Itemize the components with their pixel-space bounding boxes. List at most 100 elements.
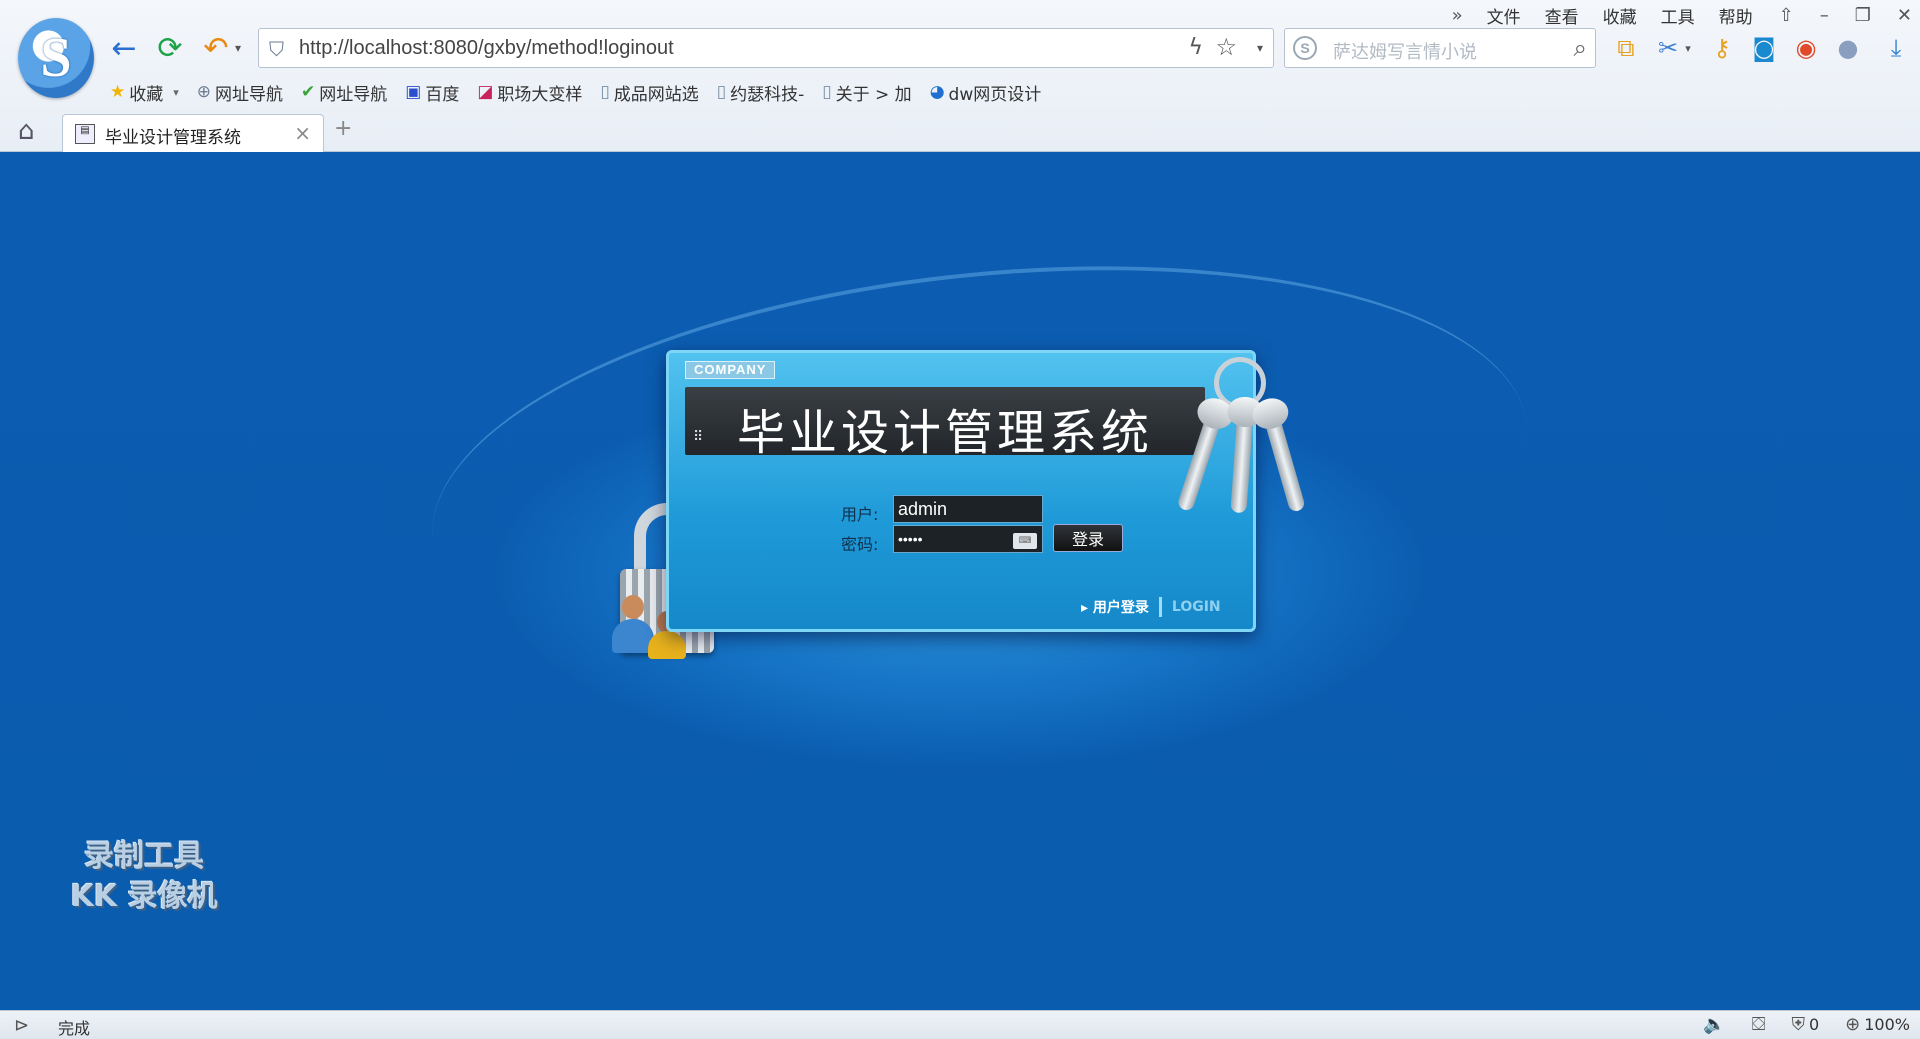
recorder-watermark: 录制工具 KK 录像机	[44, 837, 244, 917]
chevron-down-icon: ▾	[173, 85, 179, 99]
double-chevron-icon[interactable]: »	[1452, 5, 1463, 26]
page-icon: ▯	[822, 82, 832, 102]
menu-favorites[interactable]: 收藏	[1603, 3, 1637, 28]
grip-icon: ⠿	[693, 429, 704, 445]
tab-label: 毕业设计管理系统	[105, 128, 241, 148]
bookmark-star-icon[interactable]: ☆	[1215, 33, 1237, 61]
search-icon[interactable]: ⌕	[1574, 34, 1587, 62]
login-footer: ▸ 用户登录 LOGIN	[1081, 597, 1221, 617]
tab-graduation-system[interactable]: ▤ 毕业设计管理系统 ×	[62, 114, 324, 152]
divider	[1158, 597, 1162, 617]
bookmark-label: 约瑟科技-	[730, 84, 805, 105]
bookmark-baidu[interactable]: ▣ 百度	[405, 80, 459, 105]
browser-logo-letter: S	[40, 27, 72, 89]
watermark-line: KK 录像机	[70, 879, 218, 914]
search-engine-icon[interactable]: S	[1293, 36, 1317, 60]
watermark-line: 录制工具	[84, 839, 204, 874]
close-icon[interactable]: ×	[294, 121, 311, 145]
site-icon: ◪	[477, 82, 494, 102]
sidebar-toggle-icon[interactable]: ⊳	[14, 1015, 29, 1036]
search-input[interactable]: 萨达姆写言情小说	[1333, 38, 1477, 64]
refresh-button[interactable]: ⟳	[150, 28, 190, 68]
menu-help[interactable]: 帮助	[1719, 3, 1753, 28]
close-icon[interactable]: ✕	[1897, 5, 1912, 26]
bookmark-templates[interactable]: ▯ 成品网站选	[600, 80, 698, 105]
zoom-icon[interactable]: ⊕	[1845, 1014, 1860, 1035]
new-tab-button[interactable]: +	[334, 116, 352, 141]
login-link[interactable]: LOGIN	[1172, 599, 1221, 615]
bookmark-about[interactable]: ▯ 关于 > 加	[822, 80, 911, 105]
globe-icon: ⊕	[196, 82, 212, 102]
login-button[interactable]: 登录	[1053, 524, 1123, 552]
status-bar: ⊳ 完成 🔈 ⛋ ⛨ 0 ⊕ 100%	[0, 1010, 1920, 1039]
key-icon[interactable]: ⚷	[1706, 32, 1738, 64]
lightning-icon[interactable]: ϟ	[1188, 35, 1203, 60]
system-title: 毕业设计管理系统	[737, 405, 1154, 461]
address-bar[interactable]: ⛉ http://localhost:8080/gxby/method!logi…	[258, 28, 1274, 68]
zoom-level[interactable]: 100%	[1864, 1015, 1910, 1034]
security-shield-icon[interactable]: ⛨	[1791, 1014, 1805, 1035]
bookmark-nav-1[interactable]: ⊕ 网址导航	[197, 80, 283, 105]
security-count: 0	[1808, 1015, 1820, 1034]
bookmark-label: 职场大变样	[497, 84, 583, 105]
minimize-icon[interactable]: –	[1820, 5, 1829, 26]
company-badge: COMPANY	[685, 361, 776, 379]
username-input[interactable]	[893, 495, 1043, 523]
chevron-down-icon: ▾	[234, 41, 242, 55]
chevron-down-icon[interactable]: ▾	[1680, 32, 1696, 64]
bookmark-dw[interactable]: ◕ dw网页设计	[930, 80, 1042, 105]
status-text: 完成	[58, 1019, 91, 1038]
page-viewport: COMPANY 毕业设计管理系统 ⠿ 用户: 密码: ⌨ 登录 ▸ 用户登录 L…	[0, 153, 1920, 1010]
undo-dropdown[interactable]: ▾	[228, 28, 248, 68]
browser-chrome: S ← ⟳ ↶ ▾ ⛉ http://localhost:8080/gxby/m…	[0, 0, 1920, 152]
speaker-icon[interactable]: 🔈	[1703, 1014, 1725, 1035]
menu-view[interactable]: 查看	[1545, 3, 1579, 28]
key	[1249, 394, 1307, 513]
restore-icon[interactable]: ❐	[1855, 5, 1871, 26]
bookmark-nav-2[interactable]: ✔ 网址导航	[301, 80, 387, 105]
address-input[interactable]: http://localhost:8080/gxby/method!logino…	[299, 37, 674, 60]
bookmark-label: 成品网站选	[613, 84, 699, 105]
skin-icon[interactable]: ⇧	[1779, 5, 1794, 26]
bookmark-label: dw网页设计	[948, 84, 1042, 105]
keyboard-icon[interactable]: ⌨	[1013, 533, 1037, 549]
arrow-left-icon: ←	[111, 30, 137, 66]
account-icon[interactable]: ●	[1832, 32, 1864, 64]
bookmark-label: 关于 > 加	[835, 84, 912, 105]
baidu-paw-icon: ▣	[405, 82, 422, 102]
title-bar: 毕业设计管理系统 ⠿	[685, 387, 1205, 461]
bookmark-career[interactable]: ◪ 职场大变样	[477, 80, 582, 105]
user-login-link[interactable]: ▸ 用户登录	[1081, 597, 1149, 617]
screenshot-icon[interactable]: ⧉	[1610, 32, 1642, 64]
page-icon: ▯	[716, 82, 727, 102]
tab-strip: ⌂ ▤ 毕业设计管理系统 × +	[0, 112, 1920, 152]
login-panel: COMPANY 毕业设计管理系统 ⠿ 用户: 密码: ⌨ 登录 ▸ 用户登录 L…	[666, 350, 1256, 632]
search-bar[interactable]: S 萨达姆写言情小说 ⌕	[1284, 28, 1596, 68]
browser-logo[interactable]: S	[18, 18, 94, 98]
download-icon[interactable]: ⤓	[1880, 32, 1912, 64]
weibo-icon[interactable]: ◉	[1790, 32, 1822, 64]
refresh-icon: ⟳	[157, 30, 183, 66]
chevron-down-icon[interactable]: ▾	[1257, 41, 1263, 55]
hao-icon: ✔	[301, 82, 316, 102]
key	[1226, 395, 1265, 514]
back-button[interactable]: ←	[104, 28, 144, 68]
status-tools: 🔈 ⛋ ⛨ 0 ⊕ 100%	[1677, 1014, 1910, 1035]
undo-icon: ↶	[203, 30, 229, 66]
page-icon: ▯	[600, 82, 610, 102]
username-label: 用户:	[841, 505, 879, 524]
home-icon[interactable]: ⌂	[18, 116, 35, 146]
shield-icon: ⛉	[269, 37, 284, 61]
bookmark-label: 网址导航	[319, 84, 388, 105]
translate-icon[interactable]: ◙	[1748, 32, 1780, 64]
menu-bar: » 文件 查看 收藏 工具 帮助 ⇧ – ❐ ✕	[1452, 2, 1912, 28]
menu-file[interactable]: 文件	[1487, 3, 1521, 28]
password-label: 密码:	[841, 535, 879, 554]
bookmarks-bar: ★ 收藏 ▾ ⊕ 网址导航 ✔ 网址导航 ▣ 百度 ◪ 职场大变样 ▯ 成品网站选 ▯ 约瑟科技…	[110, 78, 1059, 106]
bookmark-yuese[interactable]: ▯ 约瑟科技-	[717, 80, 805, 105]
bookmark-favorites[interactable]: ★ 收藏 ▾	[110, 80, 179, 105]
toolbox-icon[interactable]: ⛋	[1752, 1014, 1766, 1035]
menu-tools[interactable]: 工具	[1661, 3, 1695, 28]
bookmark-label: 网址导航	[215, 84, 284, 105]
bookmark-label: 收藏	[129, 84, 164, 105]
